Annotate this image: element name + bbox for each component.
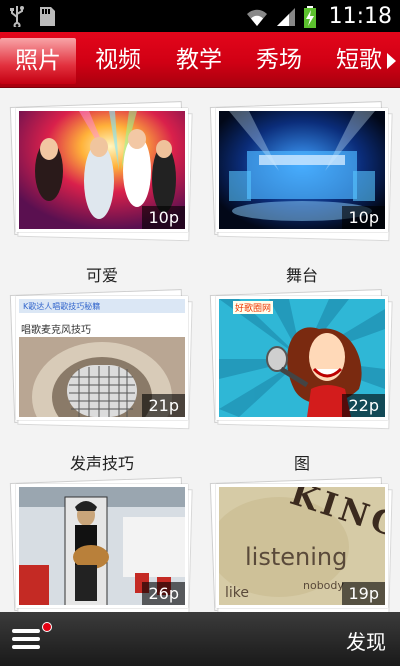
wifi-icon <box>245 6 269 28</box>
album-grid: 10p 可爱 10p 舞台 K歌达人唱歌技巧秘籍 唱歌麦克风技巧 21p 发声技… <box>0 88 400 612</box>
clock: 11:18 <box>328 4 392 29</box>
album-cover[interactable]: 好歌圈网 22p <box>216 296 388 420</box>
album-cover[interactable]: 26p <box>16 484 188 608</box>
album-cover[interactable]: K歌达人唱歌技巧秘籍 唱歌麦克风技巧 21p <box>16 296 188 420</box>
album-cover[interactable]: 10p <box>16 108 188 232</box>
album-card[interactable]: 26p <box>9 477 193 612</box>
album-card[interactable]: K歌达人唱歌技巧秘籍 唱歌麦克风技巧 21p 发声技巧 <box>9 289 193 474</box>
signal-icon <box>275 6 297 28</box>
menu-icon[interactable] <box>12 622 52 655</box>
status-bar: 11:18 <box>0 0 400 32</box>
album-card[interactable]: 10p 可爱 <box>9 101 193 286</box>
photo-count-badge: 26p <box>142 582 185 605</box>
cover-word-like: like <box>225 585 250 601</box>
cover-logo-text: 好歌圈网 <box>233 301 274 314</box>
album-card[interactable]: 10p 舞台 <box>209 101 393 286</box>
tab-photos[interactable]: 照片 <box>0 38 76 84</box>
photo-count-badge: 19p <box>342 582 385 605</box>
album-card[interactable]: 好歌圈网 22p 图 <box>209 289 393 474</box>
photo-count-badge: 22p <box>342 394 385 417</box>
category-tab-bar: 照片 视频 教学 秀场 短歌 <box>0 32 400 88</box>
album-title: 图 <box>293 454 310 473</box>
tab-short-songs[interactable]: 短歌 <box>336 42 382 78</box>
app-screen: 11:18 照片 视频 教学 秀场 短歌 10p 可爱 10p 舞台 K歌达人唱… <box>0 0 400 666</box>
scroll-right-arrow-icon[interactable] <box>387 53 396 69</box>
cover-word-listening: listening <box>245 543 348 571</box>
album-card[interactable]: KING listening nobody like 19p <box>209 477 393 612</box>
album-title: 发声技巧 <box>69 454 134 473</box>
photo-count-badge: 10p <box>342 206 385 229</box>
cover-word-nobody: nobody <box>303 579 344 592</box>
discover-button[interactable]: 发现 <box>346 626 386 655</box>
tab-teaching[interactable]: 教学 <box>176 42 222 78</box>
cover-subtitle-text: 唱歌麦克风技巧 <box>21 325 91 336</box>
album-cover[interactable]: KING listening nobody like 19p <box>216 484 388 608</box>
tab-videos[interactable]: 视频 <box>95 42 141 78</box>
album-title: 舞台 <box>285 266 318 285</box>
tab-show[interactable]: 秀场 <box>256 42 302 78</box>
bottom-bar: 发现 <box>0 612 400 666</box>
sd-card-icon <box>38 5 56 27</box>
battery-charging-icon <box>303 5 317 28</box>
cover-header-text: K歌达人唱歌技巧秘籍 <box>19 299 185 313</box>
album-cover[interactable]: 10p <box>216 108 388 232</box>
photo-count-badge: 10p <box>142 206 185 229</box>
notification-dot <box>42 622 52 632</box>
usb-icon <box>8 5 26 29</box>
album-title: 可爱 <box>85 266 118 285</box>
photo-count-badge: 21p <box>142 394 185 417</box>
